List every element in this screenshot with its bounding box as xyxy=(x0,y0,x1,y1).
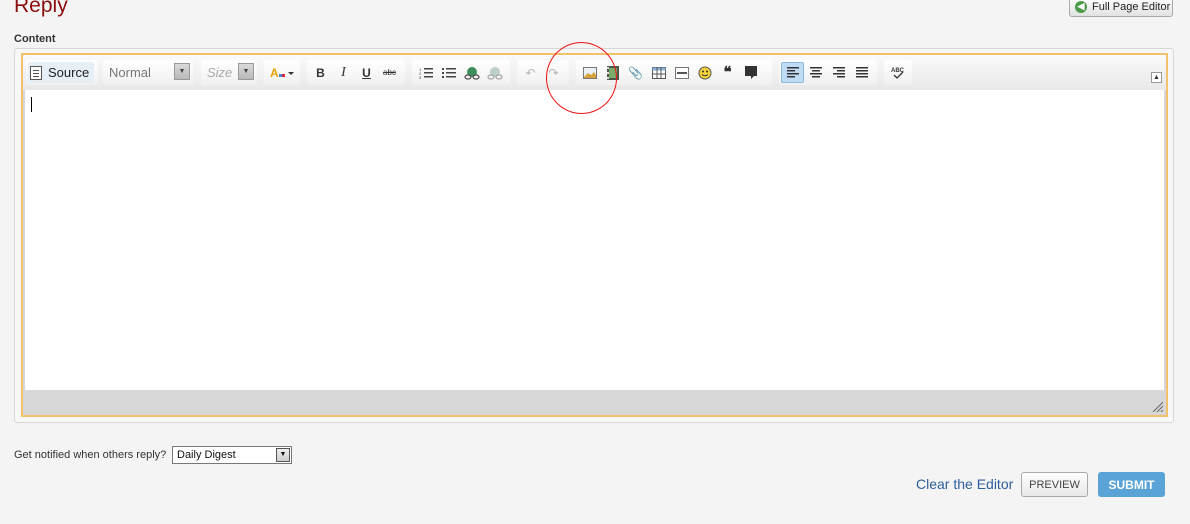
bullet-list-button[interactable] xyxy=(437,62,460,83)
font-color-icon: A xyxy=(270,66,294,80)
editor-text-area[interactable] xyxy=(25,90,1164,390)
source-group: Source xyxy=(26,60,98,85)
align-right-button[interactable] xyxy=(827,62,850,83)
spellcheck-icon: ABC xyxy=(891,68,904,79)
smiley-button[interactable] xyxy=(693,62,716,83)
undo-icon: ↶ xyxy=(525,65,536,80)
size-dropdown[interactable]: Size ▼ xyxy=(201,60,257,85)
blockquote-button[interactable]: ❝ xyxy=(716,62,739,83)
italic-icon: I xyxy=(341,64,346,80)
clear-editor-link[interactable]: Clear the Editor xyxy=(916,476,1013,492)
bullet-list-icon xyxy=(441,67,456,78)
code-button[interactable] xyxy=(739,62,762,83)
spellcheck-group: ABC xyxy=(884,60,912,85)
chevron-down-icon: ▼ xyxy=(238,63,254,80)
source-doc-icon xyxy=(30,65,42,80)
undo-button[interactable]: ↶ xyxy=(519,62,542,83)
code-icon xyxy=(744,66,757,79)
italic-button[interactable]: I xyxy=(332,62,355,83)
format-value: Normal xyxy=(109,65,151,80)
align-center-button[interactable] xyxy=(804,62,827,83)
attach-button[interactable]: 📎 xyxy=(624,62,647,83)
horizontal-rule-icon xyxy=(674,66,689,79)
list-link-group: 123 xyxy=(412,60,510,85)
submit-button[interactable]: SUBMIT xyxy=(1098,472,1165,497)
notify-selected-value: Daily Digest xyxy=(177,449,236,461)
resize-grip-icon[interactable] xyxy=(1151,400,1163,412)
strikethrough-icon: abc xyxy=(383,68,396,77)
collapse-toolbar-button[interactable]: ▲ xyxy=(1151,72,1162,83)
bold-button[interactable]: B xyxy=(309,62,332,83)
spellcheck-button[interactable]: ABC xyxy=(886,62,909,83)
size-placeholder: Size xyxy=(207,65,233,80)
back-arrow-icon: ◀ xyxy=(1075,0,1087,13)
svg-text:3: 3 xyxy=(419,75,422,79)
color-group: A xyxy=(264,60,300,85)
align-center-icon xyxy=(809,67,822,78)
full-page-editor-button[interactable]: ◀ Full Page Editor xyxy=(1069,0,1173,17)
content-label: Content xyxy=(14,33,56,45)
underline-icon: U xyxy=(362,65,371,80)
justify-icon xyxy=(855,67,868,78)
insert-table-button[interactable] xyxy=(647,62,670,83)
underline-button[interactable]: U xyxy=(355,62,378,83)
chevron-down-icon: ▼ xyxy=(276,448,290,462)
align-left-icon xyxy=(786,67,799,78)
bold-icon: B xyxy=(316,65,325,80)
basic-style-group: B I U abc xyxy=(307,60,405,85)
source-label: Source xyxy=(48,65,90,80)
chevron-down-icon: ▼ xyxy=(174,63,190,80)
unlink-button[interactable] xyxy=(483,62,506,83)
table-icon xyxy=(651,66,666,79)
horizontal-rule-button[interactable] xyxy=(670,62,693,83)
triangle-up-icon: ▲ xyxy=(1153,74,1160,81)
format-dropdown[interactable]: Normal ▼ xyxy=(103,60,193,85)
text-caret xyxy=(31,97,32,112)
font-color-button[interactable]: A xyxy=(266,62,298,83)
attachment-icon: 📎 xyxy=(628,65,643,80)
numbered-list-icon: 123 xyxy=(419,67,433,79)
numbered-list-button[interactable]: 123 xyxy=(414,62,437,83)
source-button[interactable]: Source xyxy=(28,62,95,83)
link-icon xyxy=(463,66,480,80)
unlink-icon xyxy=(486,66,503,80)
smiley-icon xyxy=(698,66,711,79)
notify-frequency-select[interactable]: Daily Digest ▼ xyxy=(172,446,292,464)
blockquote-icon: ❝ xyxy=(723,65,732,81)
justify-button[interactable] xyxy=(850,62,873,83)
link-button[interactable] xyxy=(460,62,483,83)
notify-label: Get notified when others reply? xyxy=(14,449,167,461)
svg-text:A: A xyxy=(270,66,279,80)
align-right-icon xyxy=(832,67,845,78)
align-group xyxy=(779,60,877,85)
full-page-editor-label: Full Page Editor xyxy=(1092,0,1171,13)
align-left-button[interactable] xyxy=(781,62,804,83)
preview-button[interactable]: PREVIEW xyxy=(1021,472,1088,497)
strikethrough-button[interactable]: abc xyxy=(378,62,401,83)
page-title: Reply xyxy=(14,0,68,17)
